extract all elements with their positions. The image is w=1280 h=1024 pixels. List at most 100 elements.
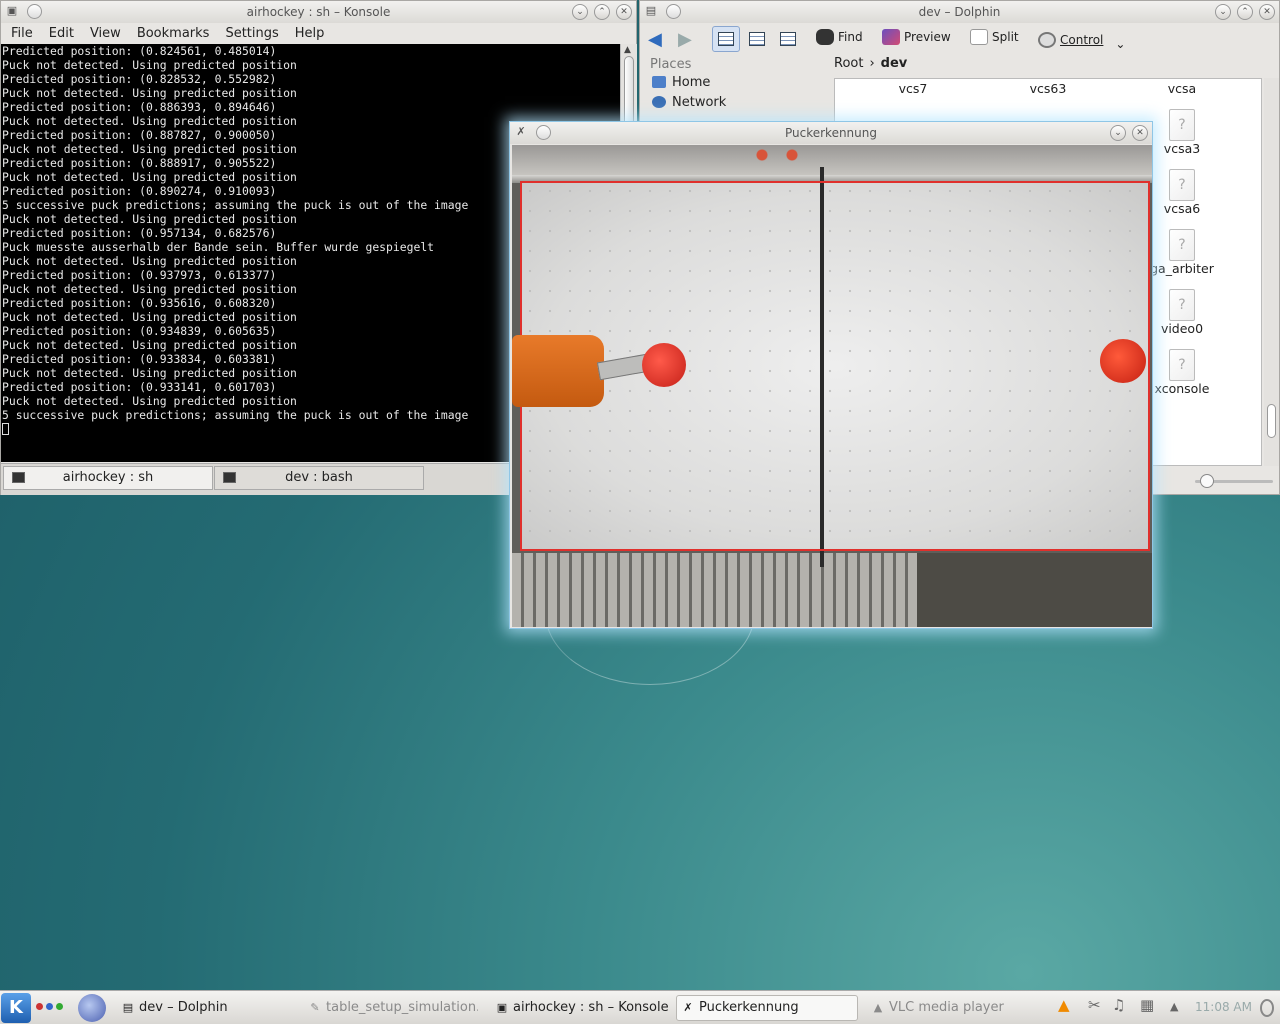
dolphin-toolbar: ◀ ▶ Find Preview Split Control ⌄ bbox=[640, 23, 1279, 55]
place-network[interactable]: Network bbox=[652, 92, 826, 112]
robot-arm-body bbox=[512, 335, 604, 407]
konsole-titlebar[interactable]: ▣ airhockey : sh – Konsole ⌄ ⌃ ✕ bbox=[1, 1, 636, 23]
konsole-menubar: File Edit View Bookmarks Settings Help bbox=[1, 23, 636, 44]
control-button[interactable]: Control ⌄ bbox=[1038, 29, 1125, 51]
breadcrumb-root[interactable]: Root bbox=[834, 56, 863, 71]
file-icon[interactable]: ? bbox=[1169, 349, 1195, 381]
home-folder-icon bbox=[652, 76, 666, 88]
volume-icon[interactable]: ♫ bbox=[1112, 996, 1125, 1014]
file-view-scrollbar[interactable] bbox=[1264, 78, 1279, 466]
task-label: airhockey : sh – Konsole bbox=[513, 1000, 669, 1015]
maximize-button[interactable]: ⌃ bbox=[1237, 4, 1253, 20]
vlc-cone-icon: ▲ bbox=[873, 1001, 883, 1014]
minimize-button[interactable]: ⌄ bbox=[1215, 4, 1231, 20]
file-icon[interactable]: ? bbox=[1169, 289, 1195, 321]
pucker-titlebar[interactable]: ✗ Puckerkennung ⌄ ✕ bbox=[510, 122, 1152, 144]
tab-label: dev : bash bbox=[285, 470, 353, 485]
control-label: Control bbox=[1060, 33, 1104, 47]
dolphin-titlebar[interactable]: ▤ dev – Dolphin ⌄ ⌃ ✕ bbox=[640, 1, 1279, 23]
scrollbar-thumb[interactable] bbox=[624, 56, 634, 126]
zoom-slider-handle[interactable] bbox=[1200, 474, 1214, 488]
menu-view[interactable]: View bbox=[82, 23, 129, 44]
close-button[interactable]: ✕ bbox=[616, 4, 632, 20]
menu-edit[interactable]: Edit bbox=[41, 23, 82, 44]
dolphin-title: dev – Dolphin bbox=[918, 5, 1001, 19]
place-label: Network bbox=[672, 94, 727, 110]
find-button[interactable]: Find bbox=[816, 29, 863, 45]
maximize-button[interactable]: ⌃ bbox=[594, 4, 610, 20]
task-vlc[interactable]: ▲ VLC media player bbox=[866, 995, 1042, 1021]
pucker-title: Puckerkennung bbox=[784, 126, 877, 140]
activity-switcher[interactable] bbox=[36, 1003, 63, 1010]
file-icon[interactable]: ? bbox=[1169, 109, 1195, 141]
find-label: Find bbox=[838, 30, 863, 44]
robot-mallet bbox=[642, 343, 686, 387]
breadcrumb-current[interactable]: dev bbox=[881, 56, 908, 71]
minimize-button[interactable]: ⌄ bbox=[572, 4, 588, 20]
network-globe-icon bbox=[652, 96, 666, 108]
close-button[interactable]: ✕ bbox=[1132, 125, 1148, 141]
network-icon[interactable]: ▦ bbox=[1140, 996, 1154, 1014]
camera-feed bbox=[512, 145, 1152, 627]
menu-file[interactable]: File bbox=[3, 23, 41, 44]
task-table-setup[interactable]: ✎ table_setup_simulation... bbox=[303, 995, 479, 1021]
tab-airhockey[interactable]: airhockey : sh bbox=[3, 466, 213, 490]
kde-menu-button[interactable]: K bbox=[1, 993, 31, 1023]
forward-arrow-icon[interactable]: ▶ bbox=[678, 29, 692, 50]
preview-button[interactable]: Preview bbox=[882, 29, 951, 45]
dolphin-app-icon[interactable]: ▤ bbox=[644, 4, 658, 18]
pin-button[interactable] bbox=[666, 4, 681, 19]
x-app-icon: ✗ bbox=[683, 1001, 693, 1014]
preview-label: Preview bbox=[904, 30, 951, 44]
terminal-line: Puck not detected. Using predicted posit… bbox=[2, 58, 297, 72]
scrollbar-thumb[interactable] bbox=[1267, 404, 1276, 438]
task-label: Puckerkennung bbox=[699, 1000, 799, 1015]
tray-expand-icon[interactable]: ▲ bbox=[1170, 1000, 1178, 1013]
red-knobs bbox=[752, 149, 812, 161]
back-arrow-icon[interactable]: ◀ bbox=[648, 29, 662, 50]
x-app-icon[interactable]: ✗ bbox=[514, 125, 528, 139]
details-view-button[interactable] bbox=[743, 26, 771, 52]
minimize-button[interactable]: ⌄ bbox=[1110, 125, 1126, 141]
close-button[interactable]: ✕ bbox=[1259, 4, 1275, 20]
terminal-line: Predicted position: (0.886393, 0.894646) bbox=[2, 100, 277, 114]
task-puckerkennung[interactable]: ✗ Puckerkennung bbox=[676, 995, 858, 1021]
columns-view-button[interactable] bbox=[774, 26, 802, 52]
menu-bookmarks[interactable]: Bookmarks bbox=[129, 23, 218, 44]
floor-shadow bbox=[917, 553, 1152, 627]
terminal-icon: ▣ bbox=[496, 1001, 508, 1014]
file-item-label[interactable]: vcsa bbox=[1137, 81, 1227, 96]
preview-icon bbox=[882, 29, 900, 45]
task-konsole[interactable]: ▣ airhockey : sh – Konsole bbox=[490, 995, 670, 1021]
split-button[interactable]: Split bbox=[970, 29, 1019, 45]
icons-view-button[interactable] bbox=[712, 26, 740, 52]
place-home[interactable]: Home bbox=[652, 72, 826, 92]
file-item-label[interactable]: vcs7 bbox=[868, 81, 958, 96]
task-dolphin[interactable]: ▤ dev – Dolphin bbox=[116, 995, 292, 1021]
menu-help[interactable]: Help bbox=[287, 23, 333, 44]
clock[interactable]: 11:08 AM bbox=[1195, 1000, 1252, 1014]
dolphin-app-icon: ▤ bbox=[122, 1001, 134, 1014]
opponent-mallet bbox=[1100, 339, 1146, 383]
panel-cashew-icon[interactable] bbox=[1260, 999, 1274, 1017]
file-item-label[interactable]: vcs63 bbox=[1003, 81, 1093, 96]
file-icon[interactable]: ? bbox=[1169, 229, 1195, 261]
tab-dev-bash[interactable]: dev : bash bbox=[214, 466, 424, 490]
scissors-icon[interactable]: ✂ bbox=[1088, 996, 1101, 1014]
file-icon[interactable]: ? bbox=[1169, 169, 1195, 201]
vlc-tray-icon[interactable]: ▲ bbox=[1058, 996, 1070, 1014]
document-icon: ✎ bbox=[310, 1001, 320, 1014]
taskbar: K ▤ dev – Dolphin ✎ table_setup_simulati… bbox=[0, 990, 1280, 1024]
task-label: VLC media player bbox=[889, 1000, 1004, 1015]
task-label: table_setup_simulation... bbox=[326, 1000, 479, 1015]
terminal-line: Predicted position: (0.824561, 0.485014) bbox=[2, 44, 277, 58]
tab-label: airhockey : sh bbox=[62, 470, 154, 485]
browser-launcher-icon[interactable] bbox=[78, 994, 106, 1022]
pin-button[interactable] bbox=[27, 4, 42, 19]
menu-settings[interactable]: Settings bbox=[217, 23, 286, 44]
konsole-app-icon[interactable]: ▣ bbox=[5, 4, 19, 18]
scroll-up-icon[interactable]: ▲ bbox=[624, 45, 631, 55]
pin-button[interactable] bbox=[536, 125, 551, 140]
terminal-icon bbox=[223, 472, 236, 483]
terminal-icon bbox=[12, 472, 25, 483]
